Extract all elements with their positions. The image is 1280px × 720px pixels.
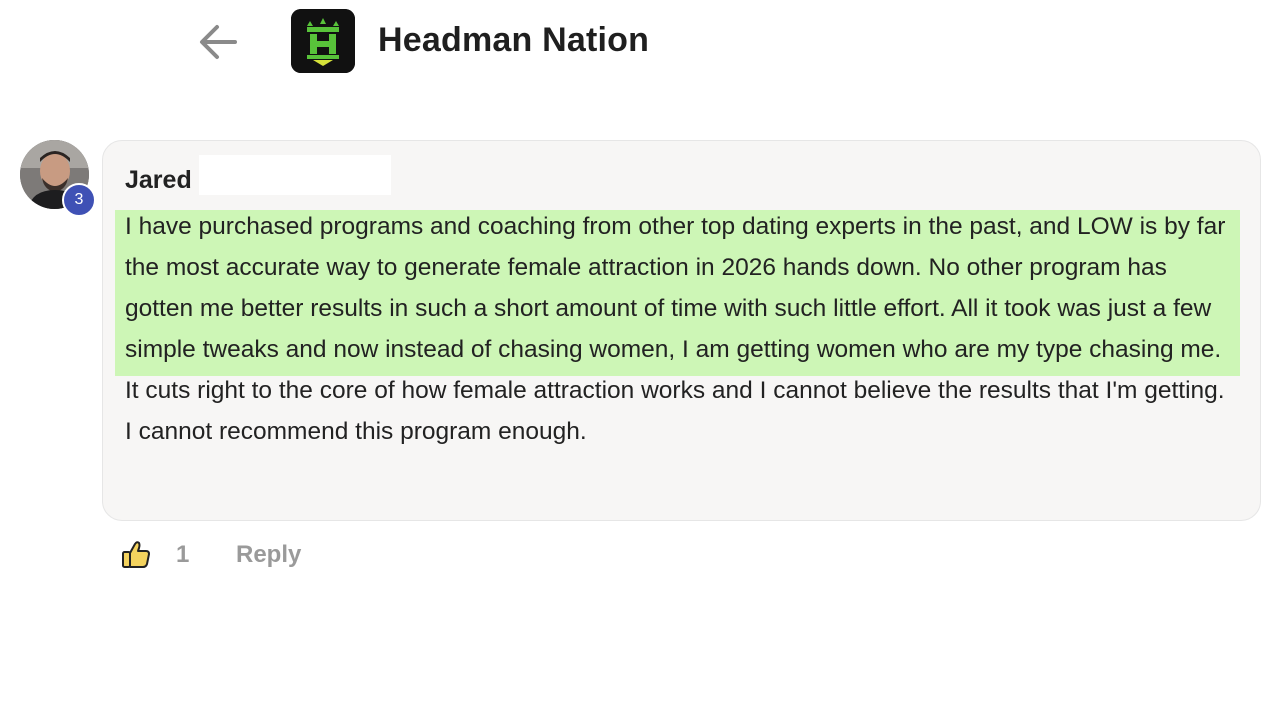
like-button[interactable] xyxy=(118,536,154,572)
group-logo[interactable] xyxy=(291,9,355,73)
like-count: 1 xyxy=(176,541,190,568)
header: Headman Nation xyxy=(0,0,1280,90)
group-title[interactable]: Headman Nation xyxy=(378,18,649,62)
reply-button[interactable]: Reply xyxy=(236,540,301,570)
name-redaction xyxy=(199,155,391,195)
thumbs-up-icon xyxy=(122,541,150,568)
headman-logo-icon xyxy=(291,9,355,73)
arrow-left-icon xyxy=(200,25,237,59)
back-button[interactable] xyxy=(192,16,244,68)
level-badge: 3 xyxy=(62,183,96,217)
comment-screen: Headman Nation 3 Jared I have purchased … xyxy=(0,0,1280,720)
comment-text: I have purchased programs and coaching f… xyxy=(125,206,1237,452)
author-name[interactable]: Jared xyxy=(125,163,192,197)
